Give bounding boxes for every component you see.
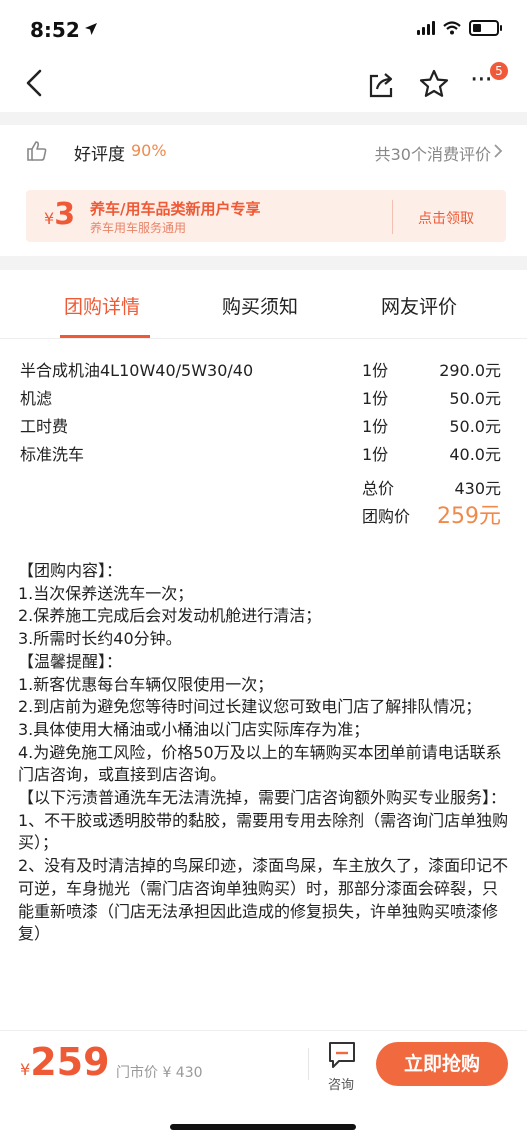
more-icon[interactable]: ··· xyxy=(470,67,493,93)
item-name: 工时费 xyxy=(20,417,69,436)
item-qty: 1份 xyxy=(362,389,389,408)
desc-line: 2、没有及时清洁掉的鸟屎印迹，漆面鸟屎，车主放久了，漆面印记不可逆，车身抛光（需… xyxy=(18,856,509,944)
location-arrow-icon xyxy=(85,23,97,35)
share-icon[interactable] xyxy=(366,70,396,100)
tab-user-reviews[interactable]: 网友评价 xyxy=(381,292,457,319)
bottom-divider xyxy=(308,1048,309,1080)
desc-line: 1.当次保养送洗车一次； xyxy=(18,583,194,603)
desc-line: 【团购内容】： xyxy=(18,561,123,580)
desc-line: 1.新客优惠每台车辆仅限使用一次； xyxy=(18,674,274,694)
price-currency: ¥ xyxy=(20,1060,31,1079)
status-time: 8:52 xyxy=(30,18,80,42)
home-indicator xyxy=(170,1124,356,1130)
thumbs-up-icon xyxy=(27,141,47,161)
desc-line: 【温馨提醒】： xyxy=(18,651,123,671)
section-divider xyxy=(0,256,527,270)
item-price: 40.0元 xyxy=(449,445,501,464)
item-price: 50.0元 xyxy=(449,417,501,436)
favorite-star-icon[interactable] xyxy=(418,68,450,100)
desc-line: 【以下污渍普通洗车无法清洗掉，需要门店咨询额外购买专业服务】： xyxy=(18,788,507,808)
desc-line: 2.到店前为避免您等待时间过长建议您可致电门店了解排队情况； xyxy=(18,697,482,717)
back-icon[interactable] xyxy=(22,68,46,98)
group-price-value: 259元 xyxy=(437,504,501,529)
item-price: 290.0元 xyxy=(439,361,501,380)
market-price: 门市价 ¥ 430 xyxy=(116,1065,203,1081)
section-divider xyxy=(0,112,527,125)
item-name: 机滤 xyxy=(20,389,53,408)
tab-purchase-notes[interactable]: 购买须知 xyxy=(222,292,298,319)
deal-price: ¥259 xyxy=(20,1040,110,1084)
review-count[interactable]: 共30个消费评价 xyxy=(375,141,491,165)
chat-consult-icon[interactable] xyxy=(327,1040,357,1070)
coupon-divider xyxy=(392,200,393,234)
rating-label: 好评度 xyxy=(74,145,125,165)
wifi-icon xyxy=(443,21,461,35)
coupon-amount: ¥3 xyxy=(44,197,75,232)
item-name: 半合成机油4L10W40/5W30/40 xyxy=(20,361,254,380)
notification-badge: 5 xyxy=(490,62,508,80)
desc-line: 4.为避免施工风险，价格50万及以上的车辆购买本团单前请电话联系门店咨询，或直接… xyxy=(18,742,502,785)
item-price: 50.0元 xyxy=(449,389,501,408)
item-name: 标准洗车 xyxy=(20,445,85,464)
total-price-label: 总价 xyxy=(362,479,395,498)
chevron-right-icon xyxy=(494,144,503,158)
cellular-signal-icon xyxy=(417,21,435,35)
item-qty: 1份 xyxy=(362,445,389,464)
total-price-value: 430元 xyxy=(454,479,501,498)
deal-price-value: 259 xyxy=(30,1040,110,1084)
coupon-currency: ¥ xyxy=(44,209,55,228)
group-price-label: 团购价 xyxy=(362,507,411,526)
coupon-subtitle: 养车用车服务通用 xyxy=(90,221,187,235)
desc-line: 1、不干胶或透明胶带的黏胶，需要用专用去除剂（需咨询门店单独购买）； xyxy=(18,810,509,853)
desc-line: 3.所需时长约40分钟。 xyxy=(18,629,182,649)
item-qty: 1份 xyxy=(362,361,389,380)
status-indicators xyxy=(417,20,502,36)
desc-line: 3.具体使用大桶油或小桶油以门店实际库存为准； xyxy=(18,719,370,739)
tab-group-details[interactable]: 团购详情 xyxy=(64,292,140,319)
tab-divider xyxy=(0,338,527,339)
rating-value: 90% xyxy=(131,141,167,160)
coupon-amount-value: 3 xyxy=(54,197,76,232)
buy-now-button[interactable]: 立即抢购 xyxy=(376,1042,508,1086)
consult-label[interactable]: 咨询 xyxy=(328,1074,354,1093)
battery-icon xyxy=(469,20,502,36)
coupon-title: 养车/用车品类新用户专享 xyxy=(90,200,261,218)
desc-line: 2.保养施工完成后会对发动机舱进行清洁； xyxy=(18,606,322,626)
item-qty: 1份 xyxy=(362,417,389,436)
claim-coupon-button[interactable]: 点击领取 xyxy=(418,208,474,228)
deal-description: 【团购内容】： 1.当次保养送洗车一次； 2.保养施工完成后会对发动机舱进行清洁… xyxy=(18,560,510,1030)
